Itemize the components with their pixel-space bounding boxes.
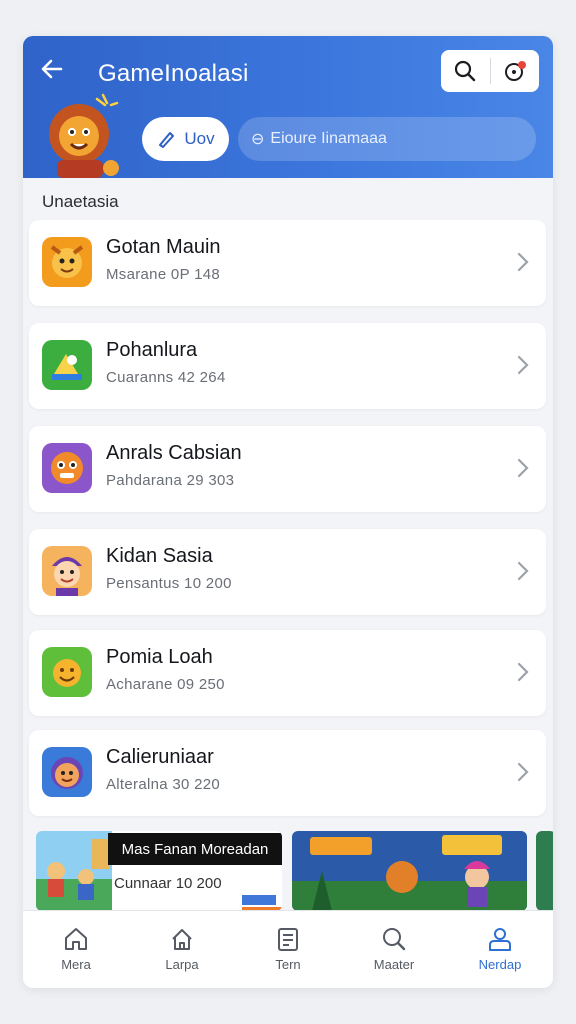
tab-nerdap[interactable]: Nerdap — [447, 911, 553, 988]
app-title: GameInoalasi — [98, 60, 249, 87]
lion-mascot-icon — [49, 104, 119, 178]
chevron-right-icon — [517, 561, 529, 581]
item-name: Pohanlura — [106, 339, 198, 361]
banner-art-image — [36, 831, 112, 911]
tab-label: Nerdap — [478, 957, 522, 972]
top-actions — [441, 50, 539, 92]
promo-banner[interactable]: Mas Fanan Moreadan Cunnaar 10 200 — [36, 831, 282, 911]
tab-tern[interactable]: Tern — [235, 911, 341, 988]
section-heading: Unaetasia — [42, 192, 119, 211]
tab-mera[interactable]: Mera — [23, 911, 129, 988]
item-name: Pomia Loah — [106, 646, 213, 668]
search-icon — [455, 60, 476, 82]
header: GameInoalasi Uov ⊖ Eioure Iinamaaa — [23, 36, 553, 178]
tab-label: Larpa — [165, 957, 199, 972]
next-banner-peek[interactable] — [536, 831, 553, 911]
search-bar[interactable]: ⊖ Eioure Iinamaaa — [238, 117, 536, 161]
app-screen: GameInoalasi Uov ⊖ Eioure Iinamaaa Unaet… — [23, 36, 553, 988]
item-meta: Msarane 0P 148 — [106, 266, 220, 283]
search-text: Eioure Iinamaaa — [270, 130, 387, 147]
search-icon — [383, 928, 406, 951]
document-icon — [278, 928, 298, 951]
item-name: Anrals Cabsian — [106, 442, 242, 464]
list-item[interactable]: Calieruniaar Alteralna 30 220 — [29, 730, 546, 816]
home-icon — [65, 928, 87, 950]
tiger-app-icon — [42, 443, 92, 493]
tab-label: Mera — [61, 957, 91, 972]
lion-app-icon — [42, 237, 92, 287]
notification-icon — [504, 61, 526, 81]
list-item[interactable]: Anrals Cabsian Pahdarana 29 303 — [29, 426, 546, 512]
list-item[interactable]: Pohanlura Cuaranns 42 264 — [29, 323, 546, 409]
item-meta: Alteralna 30 220 — [106, 776, 221, 793]
promo-banners: Mas Fanan Moreadan Cunnaar 10 200 — [36, 831, 553, 911]
chevron-right-icon — [517, 662, 529, 682]
tab-larpa[interactable]: Larpa — [129, 911, 235, 988]
chevron-right-icon — [517, 252, 529, 272]
tab-label: Tern — [275, 957, 301, 972]
notifications-button[interactable] — [490, 50, 539, 92]
tab-maater[interactable]: Maater — [341, 911, 447, 988]
filter-chip[interactable]: Uov — [142, 117, 229, 161]
game-banner-image[interactable] — [292, 831, 527, 911]
green-puzzle-icon — [42, 340, 92, 390]
smiley-app-icon — [42, 647, 92, 697]
banner-badge — [242, 895, 276, 905]
face-app-icon — [42, 747, 92, 797]
item-name: Calieruniaar — [106, 746, 214, 768]
chip-label: Uov — [184, 129, 215, 148]
search-small-icon: ⊖ — [251, 131, 265, 148]
tab-label: Maater — [373, 957, 415, 972]
back-arrow-icon[interactable] — [37, 54, 67, 84]
item-meta: Pahdarana 29 303 — [106, 472, 235, 489]
kid-app-icon — [42, 546, 92, 596]
chevron-right-icon — [517, 355, 529, 375]
banner-title: Mas Fanan Moreadan — [108, 833, 282, 865]
item-meta: Acharane 09 250 — [106, 676, 225, 693]
pencil-icon — [159, 132, 175, 148]
profile-icon — [489, 928, 511, 951]
search-button[interactable] — [441, 50, 490, 92]
chevron-right-icon — [517, 762, 529, 782]
chevron-right-icon — [517, 458, 529, 478]
item-meta: Cuaranns 42 264 — [106, 369, 226, 386]
item-name: Kidan Sasia — [106, 545, 213, 567]
list-item[interactable]: Kidan Sasia Pensantus 10 200 — [29, 529, 546, 615]
house-icon — [172, 929, 192, 950]
banner-subtitle: Cunnaar 10 200 — [114, 875, 222, 892]
item-meta: Pensantus 10 200 — [106, 575, 232, 592]
list-item[interactable]: Gotan Mauin Msarane 0P 148 — [29, 220, 546, 306]
list-item[interactable]: Pomia Loah Acharane 09 250 — [29, 630, 546, 716]
bottom-tab-bar: Mera Larpa Tern Maater Nerdap — [23, 910, 553, 988]
item-name: Gotan Mauin — [106, 236, 221, 258]
